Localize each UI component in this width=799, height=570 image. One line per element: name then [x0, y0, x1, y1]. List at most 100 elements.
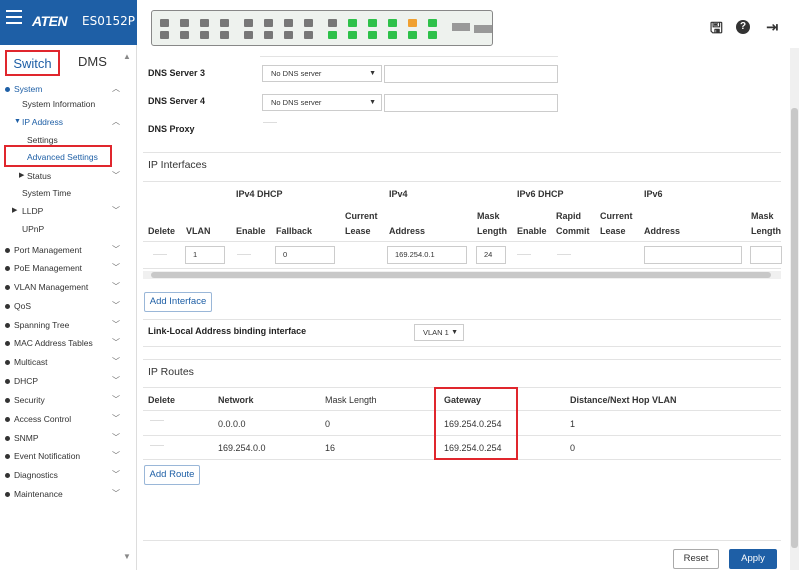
dns-proxy-checkbox[interactable] — [263, 122, 277, 123]
chevron-down-icon: ﹀ — [112, 433, 120, 442]
nav-spanning-tree[interactable]: Spanning Tree ﹀ — [0, 316, 124, 334]
vertical-scrollbar-thumb[interactable] — [791, 108, 798, 548]
nav-system-time[interactable]: System Time — [0, 184, 124, 202]
horizontal-scrollbar-thumb[interactable] — [151, 272, 771, 278]
dns-server-3-input[interactable] — [384, 65, 558, 83]
nav-scroll-up-icon[interactable]: ▲ — [123, 52, 131, 61]
port-led — [220, 31, 229, 39]
nav-access-control[interactable]: Access Control ﹀ — [0, 410, 124, 428]
route-delete-checkbox[interactable] — [150, 420, 164, 421]
bullet-icon — [5, 285, 10, 290]
ipv4-address-input[interactable]: 169.254.0.1 — [387, 246, 467, 264]
dns-server-4-select[interactable]: No DNS server ▼ — [262, 94, 382, 111]
port-led — [244, 19, 253, 27]
col-enable: Enable — [236, 226, 266, 236]
divider — [143, 181, 781, 182]
logout-icon[interactable]: ⇥ — [766, 18, 779, 36]
nav-security[interactable]: Security ﹀ — [0, 391, 124, 409]
model-name: ES0152P — [82, 14, 135, 28]
horizontal-scrollbar[interactable] — [143, 271, 781, 279]
nav-qos[interactable]: QoS ﹀ — [0, 297, 124, 315]
group-ipv6-dhcp: IPv6 DHCP — [517, 189, 564, 199]
highlight-box-gateway — [434, 387, 518, 460]
nav-vlan-management[interactable]: VLAN Management ﹀ — [0, 278, 124, 296]
tab-dms[interactable]: DMS — [70, 50, 115, 76]
bullet-icon — [5, 248, 10, 253]
dropdown-arrow-icon: ▼ — [369, 70, 376, 77]
bullet-icon — [5, 341, 10, 346]
port-led — [388, 31, 397, 39]
dns-server-3-select[interactable]: No DNS server ▼ — [262, 65, 382, 82]
nav-mac-address-tables[interactable]: MAC Address Tables ﹀ — [0, 334, 124, 352]
col-mask-length-v6: Mask — [751, 211, 774, 221]
chevron-down-icon: ﹀ — [112, 282, 120, 291]
port-led — [348, 31, 357, 39]
route-distance: 1 — [570, 419, 576, 429]
divider — [143, 359, 781, 360]
chevron-down-icon: ﹀ — [112, 263, 120, 272]
nav-port-management[interactable]: Port Management ﹀ — [0, 241, 124, 259]
port-led — [264, 31, 273, 39]
help-icon[interactable]: ? — [736, 20, 750, 34]
sidebar-tabs: Switch DMS — [0, 50, 137, 76]
nav-event-notification[interactable]: Event Notification ﹀ — [0, 447, 124, 465]
nav-lldp[interactable]: ▶ LLDP ﹀ — [0, 202, 124, 220]
port-led — [368, 31, 377, 39]
col-current-lease-2: Lease — [345, 226, 371, 236]
bullet-icon — [5, 492, 10, 497]
col-mask-length-v6-2: Length — [751, 226, 781, 236]
mask-length-input[interactable]: 24 — [476, 246, 506, 264]
route-network: 169.254.0.0 — [218, 443, 266, 453]
nav-maintenance[interactable]: Maintenance ﹀ — [0, 485, 124, 503]
delete-checkbox[interactable] — [153, 254, 167, 255]
port-led — [408, 19, 417, 27]
port-led — [284, 31, 293, 39]
triangle-right-icon: ▶ — [19, 172, 25, 179]
bullet-icon — [5, 266, 10, 271]
nav-system-information[interactable]: System Information — [0, 95, 124, 113]
route-network: 0.0.0.0 — [218, 419, 246, 429]
top-bar: 🖫 ? ⇥ — [138, 0, 799, 48]
chevron-down-icon: ﹀ — [112, 206, 120, 215]
group-ipv6: IPv6 — [644, 189, 663, 199]
chevron-down-icon: ﹀ — [112, 338, 120, 347]
port-led — [180, 31, 189, 39]
dns-server-4-input[interactable] — [384, 94, 558, 112]
nav-advanced-settings[interactable]: Advanced Settings — [0, 148, 124, 166]
save-icon[interactable]: 🖫 — [710, 18, 723, 43]
col-enable-v6: Enable — [517, 226, 547, 236]
ipv6-address-input[interactable] — [644, 246, 742, 264]
nav-status[interactable]: ▶ Status ﹀ — [0, 167, 124, 185]
nav-scroll-down-icon[interactable]: ▼ — [123, 552, 131, 561]
reset-button[interactable]: Reset — [673, 549, 719, 569]
link-local-select[interactable]: VLAN 1 ▼ — [414, 324, 464, 341]
vlan-input[interactable]: 1 — [185, 246, 225, 264]
nav-diagnostics[interactable]: Diagnostics ﹀ — [0, 466, 124, 484]
vertical-scrollbar[interactable] — [790, 48, 799, 570]
ipv6-dhcp-enable-checkbox[interactable] — [517, 254, 531, 255]
add-route-button[interactable]: Add Route — [144, 465, 200, 485]
ipv6-mask-length-input[interactable] — [750, 246, 782, 264]
col-address-v6: Address — [644, 226, 681, 236]
nav-multicast[interactable]: Multicast ﹀ — [0, 353, 124, 371]
nav-ip-address[interactable]: ▼ IP Address ︿ — [0, 113, 124, 131]
add-interface-button[interactable]: Add Interface — [144, 292, 212, 312]
hamburger-menu-icon[interactable] — [6, 10, 22, 24]
rapid-commit-checkbox[interactable] — [557, 254, 571, 255]
nav-dhcp[interactable]: DHCP ﹀ — [0, 372, 124, 390]
port-led — [264, 19, 273, 27]
nav-poe-management[interactable]: PoE Management ﹀ — [0, 259, 124, 277]
nav-snmp[interactable]: SNMP ﹀ — [0, 429, 124, 447]
group-ipv4-dhcp: IPv4 DHCP — [236, 189, 283, 199]
route-delete-checkbox[interactable] — [150, 445, 164, 446]
chevron-down-icon: ﹀ — [112, 245, 120, 254]
main-content: DNS Server 3 No DNS server ▼ DNS Server 4… — [138, 48, 790, 570]
nav-upnp[interactable]: UPnP — [0, 220, 124, 238]
ipv4-dhcp-enable-checkbox[interactable] — [237, 254, 251, 255]
fallback-input[interactable]: 0 — [275, 246, 335, 264]
apply-button[interactable]: Apply — [729, 549, 777, 569]
col-address: Address — [389, 226, 426, 236]
divider — [143, 540, 781, 541]
tab-switch[interactable]: Switch — [5, 50, 60, 76]
port-led — [200, 31, 209, 39]
